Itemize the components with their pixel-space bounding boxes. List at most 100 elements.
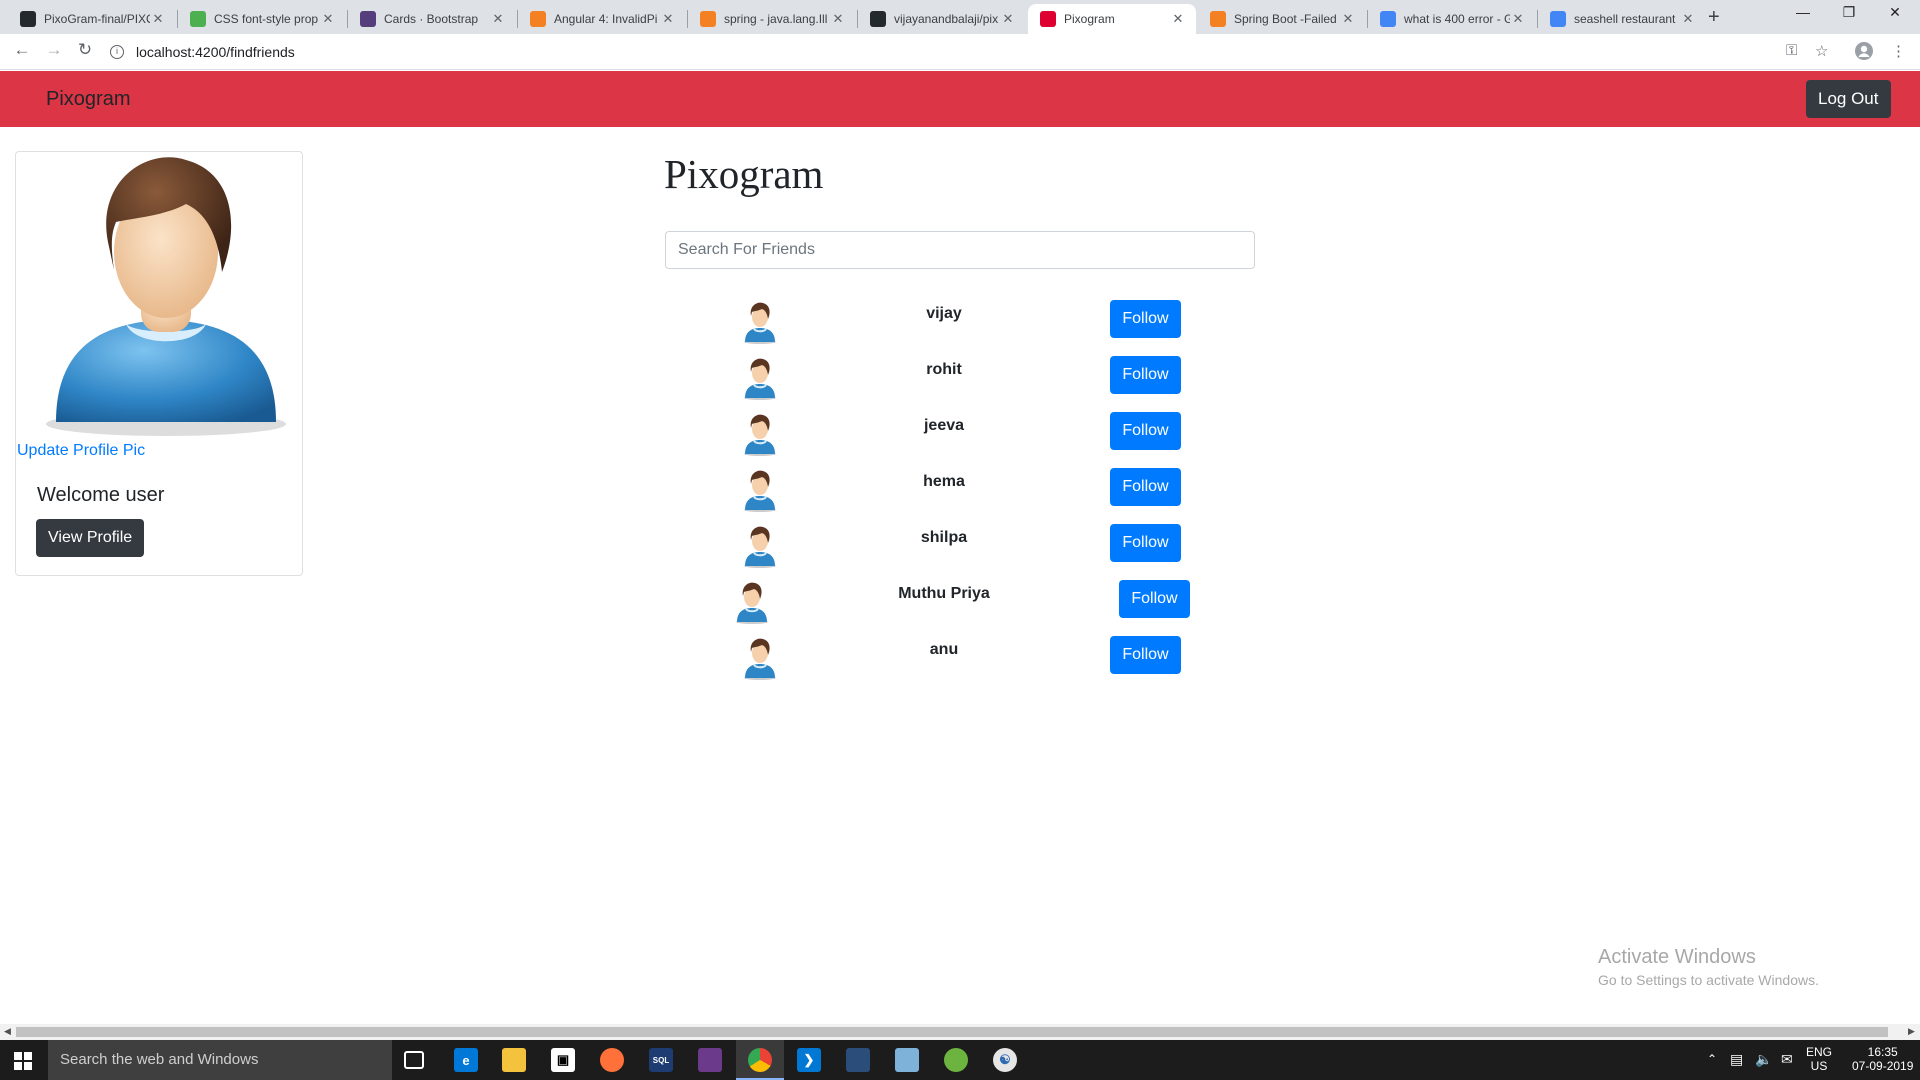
github-icon xyxy=(20,11,36,27)
browser-tab[interactable]: CSS font-style prop ✕ xyxy=(178,4,346,34)
browser-tab[interactable]: vijayanandbalaji/pix ✕ xyxy=(858,4,1026,34)
spring-tool-icon[interactable] xyxy=(944,1048,968,1072)
view-profile-button[interactable]: View Profile xyxy=(36,519,145,557)
update-profile-pic-link[interactable]: Update Profile Pic xyxy=(17,442,145,460)
browser-tab[interactable]: PixoGram-final/PIXO ✕ xyxy=(8,4,176,34)
browser-tab[interactable]: what is 400 error - G ✕ xyxy=(1368,4,1536,34)
scroll-left-icon[interactable]: ◀ xyxy=(4,1026,11,1037)
follow-button[interactable]: Follow xyxy=(1110,524,1181,562)
close-tab-icon[interactable]: ✕ xyxy=(1680,11,1696,27)
close-tab-icon[interactable]: ✕ xyxy=(1000,11,1016,27)
follow-button[interactable]: Follow xyxy=(1110,356,1181,394)
browser-tab[interactable]: spring - java.lang.Ill ✕ xyxy=(688,4,856,34)
tab-title: Angular 4: InvalidPi xyxy=(554,12,658,26)
friend-row: Muthu Priya Follow xyxy=(720,580,1200,630)
network-icon[interactable]: ▤ xyxy=(1730,1051,1743,1068)
angular-icon xyxy=(1040,11,1056,27)
google-icon xyxy=(1550,11,1566,27)
follow-button[interactable]: Follow xyxy=(1110,300,1181,338)
windows-taskbar: Search the web and Windows e ▣ SQL ❯ ☯ ⌃… xyxy=(0,1040,1920,1080)
tray-chevron-icon[interactable]: ⌃ xyxy=(1707,1052,1717,1066)
browser-tab[interactable]: seashell restaurant ✕ xyxy=(1538,4,1706,34)
friend-avatar xyxy=(740,636,780,680)
tab-title: vijayanandbalaji/pix xyxy=(894,12,999,26)
vscode-icon[interactable]: ❯ xyxy=(797,1048,821,1072)
navbar-brand[interactable]: Pixogram xyxy=(46,88,130,111)
store-icon[interactable]: ▣ xyxy=(551,1048,575,1072)
follow-button[interactable]: Follow xyxy=(1110,636,1181,674)
minimize-button[interactable]: — xyxy=(1780,4,1826,20)
friend-row: anu Follow xyxy=(720,636,1200,686)
paint-icon[interactable]: ☯ xyxy=(993,1048,1017,1072)
file-explorer-icon[interactable] xyxy=(502,1048,526,1072)
profile-icon[interactable] xyxy=(1855,42,1873,64)
browser-tab[interactable]: Spring Boot -Failed ✕ xyxy=(1198,4,1366,34)
forward-icon[interactable]: → xyxy=(42,40,66,60)
profile-card: Update Profile Pic Welcome user View Pro… xyxy=(15,151,303,576)
new-tab-button[interactable]: + xyxy=(1708,6,1720,29)
close-tab-icon[interactable]: ✕ xyxy=(830,11,846,27)
friend-row: hema Follow xyxy=(720,468,1200,518)
url-text: localhost:4200/findfriends xyxy=(136,44,295,60)
browser-tab[interactable]: Cards · Bootstrap ✕ xyxy=(348,4,516,34)
restore-button[interactable]: ❐ xyxy=(1826,4,1872,21)
search-friends-input[interactable] xyxy=(665,231,1255,269)
stackoverflow-icon xyxy=(700,11,716,27)
reload-icon[interactable]: ↻ xyxy=(73,40,97,60)
welcome-text: Welcome user xyxy=(37,484,165,506)
close-tab-icon[interactable]: ✕ xyxy=(660,11,676,27)
address-bar[interactable]: i localhost:4200/findfriends xyxy=(110,38,1810,66)
notepad-icon[interactable] xyxy=(895,1048,919,1072)
follow-button[interactable]: Follow xyxy=(1110,412,1181,450)
friend-name: shilpa xyxy=(920,529,968,546)
tab-title: PixoGram-final/PIXO xyxy=(44,12,150,26)
close-tab-icon[interactable]: ✕ xyxy=(1510,11,1526,27)
windows-start-icon[interactable] xyxy=(14,1052,32,1070)
info-icon[interactable]: i xyxy=(110,45,124,59)
friend-name: hema xyxy=(923,473,965,490)
tab-title: CSS font-style prop xyxy=(214,12,319,26)
close-tab-icon[interactable]: ✕ xyxy=(490,11,506,27)
browser-tab[interactable]: Angular 4: InvalidPi ✕ xyxy=(518,4,686,34)
friend-name: vijay xyxy=(926,305,962,322)
menu-icon[interactable]: ⋮ xyxy=(1891,42,1906,60)
volume-icon[interactable]: 🔈 xyxy=(1755,1051,1772,1068)
edge-icon[interactable]: e xyxy=(454,1048,478,1072)
mysql-icon[interactable]: SQL xyxy=(649,1048,673,1072)
browser-tab-strip: PixoGram-final/PIXO ✕ CSS font-style prop ✕… xyxy=(0,0,1920,34)
browser-tab[interactable]: Pixogram ✕ xyxy=(1028,4,1196,34)
scrollbar-thumb[interactable] xyxy=(16,1027,1888,1037)
bookmark-star-icon[interactable]: ☆ xyxy=(1815,42,1828,60)
taskbar-search-box[interactable]: Search the web and Windows xyxy=(48,1040,392,1080)
close-tab-icon[interactable]: ✕ xyxy=(1340,11,1356,27)
follow-button[interactable]: Follow xyxy=(1110,468,1181,506)
notification-icon[interactable]: ✉ xyxy=(1781,1051,1793,1068)
browser-toolbar: ← → ↻ i localhost:4200/findfriends ⚿ ☆ ⋮ xyxy=(0,34,1920,70)
close-tab-icon[interactable]: ✕ xyxy=(150,11,166,27)
close-tab-icon[interactable]: ✕ xyxy=(1170,11,1186,27)
clock-date: 07-09-2019 xyxy=(1852,1059,1914,1073)
friend-avatar xyxy=(740,356,780,400)
mysql-workbench-icon[interactable] xyxy=(846,1048,870,1072)
key-icon[interactable]: ⚿ xyxy=(1786,42,1797,59)
clock[interactable]: 16:35 07-09-2019 xyxy=(1852,1045,1913,1073)
friend-avatar xyxy=(740,412,780,456)
scroll-right-icon[interactable]: ▶ xyxy=(1908,1026,1915,1037)
firefox-icon[interactable] xyxy=(600,1048,624,1072)
back-icon[interactable]: ← xyxy=(10,40,34,60)
eclipse-icon[interactable] xyxy=(698,1048,722,1072)
follow-button[interactable]: Follow xyxy=(1119,580,1190,618)
close-window-button[interactable]: ✕ xyxy=(1872,4,1918,21)
chrome-icon[interactable] xyxy=(748,1048,772,1072)
friend-row: rohit Follow xyxy=(720,356,1200,406)
horizontal-scrollbar[interactable]: ◀ ▶ xyxy=(0,1024,1920,1040)
friend-avatar xyxy=(732,580,772,624)
task-view-icon[interactable] xyxy=(404,1051,424,1069)
app-navbar: Pixogram Log Out xyxy=(0,71,1920,127)
language-indicator[interactable]: ENG US xyxy=(1806,1045,1832,1073)
friend-row: vijay Follow xyxy=(720,300,1200,350)
activate-windows-title: Activate Windows xyxy=(1598,946,1756,968)
close-tab-icon[interactable]: ✕ xyxy=(320,11,336,27)
logout-button[interactable]: Log Out xyxy=(1806,80,1891,118)
stackoverflow-icon xyxy=(530,11,546,27)
